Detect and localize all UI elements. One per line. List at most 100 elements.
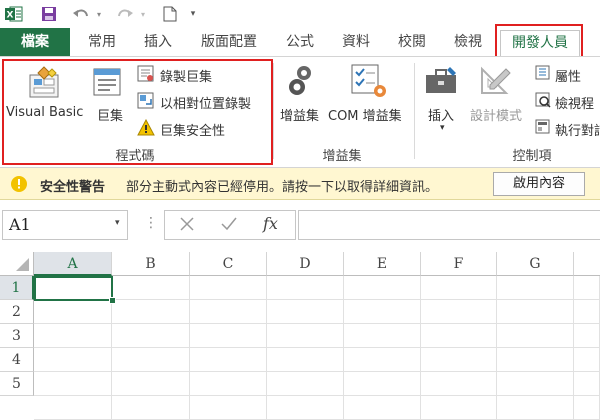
column-header[interactable]: A <box>34 252 112 276</box>
run-dialog-label[interactable]: 執行對話 <box>555 120 600 139</box>
grid-cell[interactable] <box>190 276 267 300</box>
tab-file[interactable]: 檔案 <box>0 28 70 56</box>
grid-cell[interactable] <box>497 348 574 372</box>
relative-references-label[interactable]: 以相對位置錄製 <box>160 93 251 112</box>
fill-handle[interactable] <box>109 297 116 304</box>
cancel-icon[interactable] <box>179 216 195 236</box>
macros-label[interactable]: 巨集 <box>97 105 123 124</box>
properties-label[interactable]: 屬性 <box>555 66 581 85</box>
grid-cell[interactable] <box>190 324 267 348</box>
name-box[interactable]: A1 <box>2 210 128 240</box>
grid-cell[interactable] <box>267 372 344 396</box>
tab-data[interactable]: 資料 <box>334 28 378 56</box>
grid-cell[interactable] <box>190 300 267 324</box>
design-mode-label[interactable]: 設計模式 <box>470 105 522 124</box>
grid-cell[interactable] <box>421 372 497 396</box>
selected-cell[interactable] <box>34 276 113 301</box>
tab-formulas[interactable]: 公式 <box>278 28 322 56</box>
select-all-corner[interactable] <box>0 252 34 276</box>
grid-cell[interactable] <box>574 276 600 300</box>
grid-cell[interactable] <box>574 300 600 324</box>
grid-cell[interactable] <box>190 396 267 420</box>
run-dialog-icon[interactable] <box>535 119 551 139</box>
grid-cell[interactable] <box>344 348 421 372</box>
new-document-icon[interactable] <box>160 4 180 24</box>
tab-view[interactable]: 檢視 <box>446 28 490 56</box>
name-box-dropdown-icon[interactable]: ▾ <box>115 218 120 228</box>
view-code-label[interactable]: 檢視程 <box>555 93 594 112</box>
column-header[interactable]: G <box>497 252 574 276</box>
grid-cell[interactable] <box>344 324 421 348</box>
visual-basic-icon[interactable] <box>26 65 62 103</box>
com-addins-label[interactable]: COM 增益集 <box>328 105 402 124</box>
com-addins-icon[interactable] <box>350 63 388 103</box>
grid-cell[interactable] <box>112 276 190 300</box>
grid-cell[interactable] <box>344 300 421 324</box>
grid-cell[interactable] <box>267 324 344 348</box>
visual-basic-label[interactable]: Visual Basic <box>6 105 83 120</box>
cell-area[interactable] <box>34 276 600 420</box>
grid-cell[interactable] <box>421 300 497 324</box>
tab-insert[interactable]: 插入 <box>136 28 180 56</box>
column-header[interactable]: D <box>267 252 344 276</box>
toolbox-icon[interactable] <box>424 65 460 101</box>
more-options-icon[interactable]: ⋮ <box>144 215 158 231</box>
undo-icon[interactable] <box>70 4 92 24</box>
macros-icon[interactable] <box>92 65 124 103</box>
insert-control-dropdown-icon[interactable]: ▾ <box>440 123 445 133</box>
grid-cell[interactable] <box>190 348 267 372</box>
grid-cell[interactable] <box>574 324 600 348</box>
warning-icon[interactable] <box>137 118 155 141</box>
relative-references-icon[interactable] <box>137 92 155 114</box>
grid-cell[interactable] <box>497 372 574 396</box>
column-header[interactable]: B <box>112 252 190 276</box>
grid-cell[interactable] <box>344 276 421 300</box>
row-header[interactable]: 3 <box>0 324 34 348</box>
grid-cell[interactable] <box>190 372 267 396</box>
grid-cell[interactable] <box>574 396 600 420</box>
enter-icon[interactable] <box>220 216 238 236</box>
grid-cell[interactable] <box>421 324 497 348</box>
row-header[interactable]: 5 <box>0 372 34 396</box>
view-code-icon[interactable] <box>535 92 551 112</box>
grid-cell[interactable] <box>497 396 574 420</box>
grid-cell[interactable] <box>112 324 190 348</box>
grid-cell[interactable] <box>112 372 190 396</box>
record-macro-label[interactable]: 錄製巨集 <box>160 66 212 85</box>
addins-label[interactable]: 增益集 <box>280 105 319 124</box>
grid-cell[interactable] <box>267 348 344 372</box>
tab-home[interactable]: 常用 <box>80 28 124 56</box>
save-icon[interactable] <box>38 4 60 24</box>
macro-security-label[interactable]: 巨集安全性 <box>160 120 225 139</box>
grid-cell[interactable] <box>267 396 344 420</box>
row-header[interactable]: 2 <box>0 300 34 324</box>
tab-page-layout[interactable]: 版面配置 <box>192 28 266 56</box>
grid-cell[interactable] <box>344 396 421 420</box>
design-mode-icon[interactable] <box>478 65 514 101</box>
grid-cell[interactable] <box>574 372 600 396</box>
column-header[interactable]: E <box>344 252 421 276</box>
grid-cell[interactable] <box>421 396 497 420</box>
formula-input[interactable] <box>298 210 600 240</box>
grid-cell[interactable] <box>421 348 497 372</box>
grid-cell[interactable] <box>497 324 574 348</box>
row-header[interactable]: 4 <box>0 348 34 372</box>
grid-cell[interactable] <box>112 396 190 420</box>
grid-cell[interactable] <box>112 348 190 372</box>
column-header[interactable] <box>574 252 600 276</box>
grid-cell[interactable] <box>267 300 344 324</box>
record-macro-icon[interactable] <box>137 65 155 87</box>
grid-cell[interactable] <box>34 324 112 348</box>
redo-dropdown-icon[interactable]: ▾ <box>138 4 148 24</box>
properties-icon[interactable] <box>535 65 551 85</box>
tab-review[interactable]: 校閱 <box>390 28 434 56</box>
grid-cell[interactable] <box>34 300 112 324</box>
grid-cell[interactable] <box>421 276 497 300</box>
insert-control-label[interactable]: 插入 <box>428 105 454 124</box>
customize-icon[interactable]: ▾ <box>186 4 200 24</box>
grid-cell[interactable] <box>34 348 112 372</box>
insert-function-icon[interactable]: fx <box>263 214 278 233</box>
enable-content-button[interactable]: 啟用內容 <box>493 172 585 196</box>
grid-cell[interactable] <box>34 372 112 396</box>
redo-icon[interactable] <box>114 4 136 24</box>
